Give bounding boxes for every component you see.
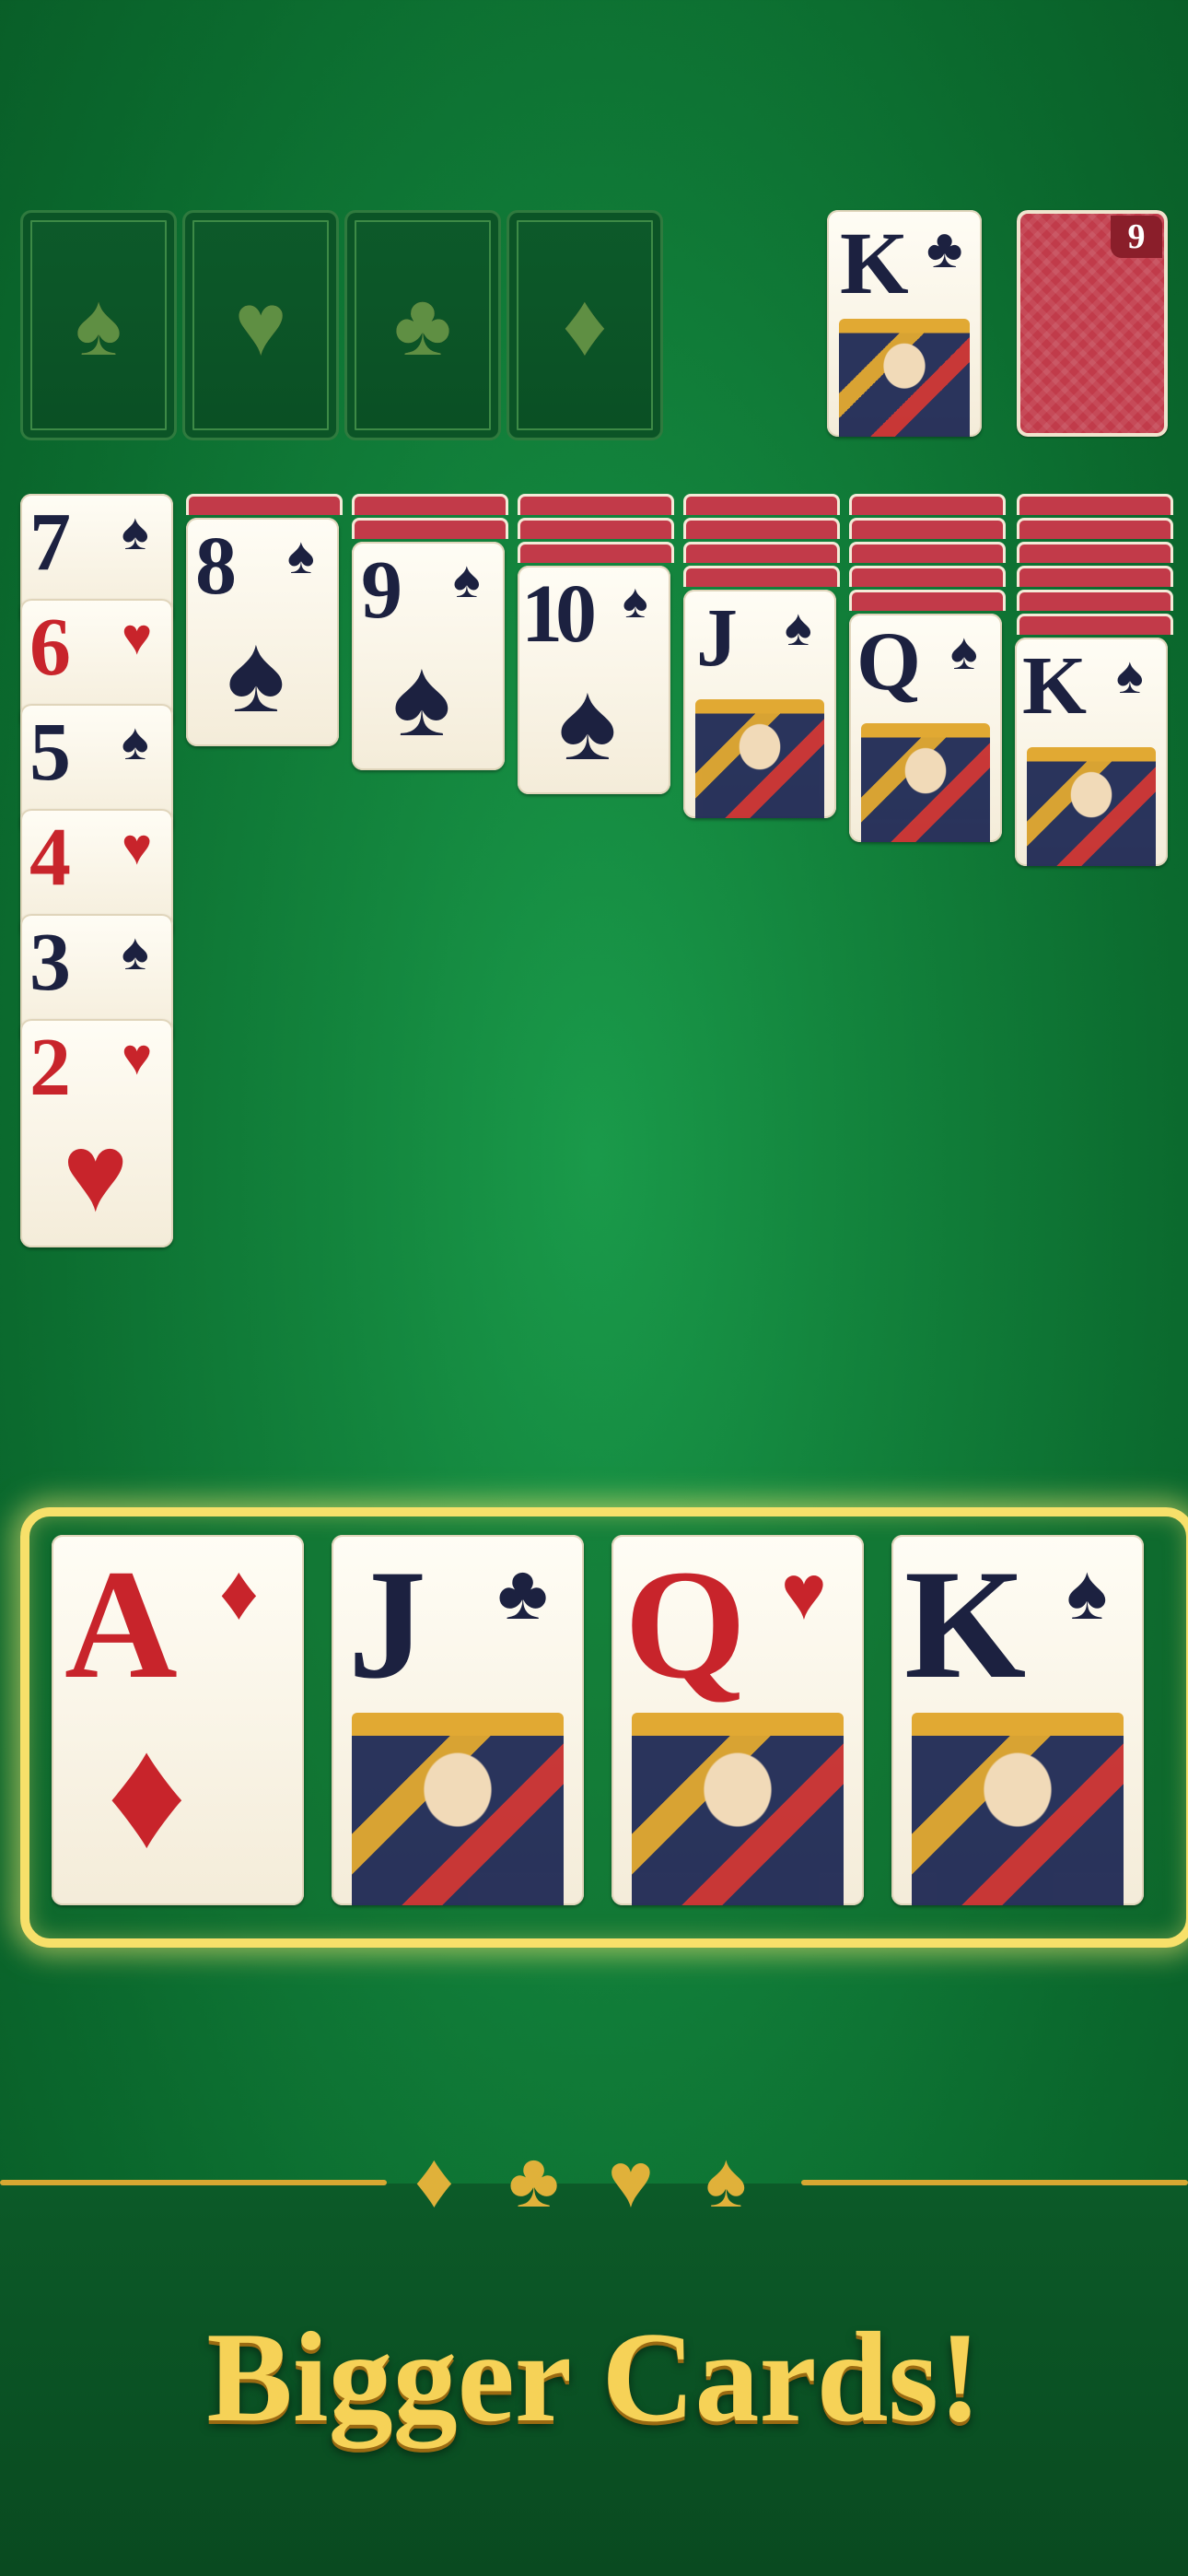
facedown-card <box>683 518 840 539</box>
waste-card[interactable]: K ♣ <box>827 210 982 437</box>
card-rank: 5 <box>29 707 71 798</box>
spade-icon: ♠ <box>1066 1551 1108 1636</box>
facedown-card <box>849 566 1006 587</box>
queen-portrait <box>861 723 990 842</box>
facedown-card <box>352 518 508 539</box>
tableau-card[interactable]: K ♠ <box>1015 638 1168 866</box>
spade-icon: ♠ <box>287 528 315 585</box>
spade-icon: ♠ <box>785 600 812 657</box>
club-icon: ♣ <box>393 275 452 374</box>
facedown-card <box>1017 590 1173 611</box>
card-rank: 2 <box>29 1022 71 1113</box>
card-rank: K <box>1022 640 1088 732</box>
heart-icon: ♥ <box>781 1551 827 1636</box>
card-rank: Q <box>624 1538 747 1711</box>
club-icon: ♣ <box>926 218 963 279</box>
heart-icon: ♥ <box>122 609 153 666</box>
king-portrait <box>1027 747 1156 866</box>
tableau-card[interactable]: 9 ♠ ♠ <box>352 542 505 770</box>
facedown-card <box>849 494 1006 515</box>
heart-icon: ♥ <box>234 275 287 374</box>
diamond-icon: ♦ <box>219 1551 259 1636</box>
king-portrait <box>911 1712 1124 1905</box>
heart-icon: ♥ <box>63 1112 129 1235</box>
card-rank: 6 <box>29 602 71 693</box>
card-rank: 4 <box>29 812 71 903</box>
facedown-card <box>186 494 343 515</box>
card-rank: 10 <box>521 568 597 660</box>
diamond-icon: ♦ <box>107 1707 187 1880</box>
foundation-hearts[interactable]: ♥ <box>182 210 339 440</box>
promo-title: Bigger Cards! <box>206 2306 982 2449</box>
tableau-card[interactable]: 2 ♥ ♥ <box>20 1019 173 1247</box>
facedown-card <box>1017 614 1173 635</box>
stock-count-badge: 9 <box>1111 216 1162 258</box>
facedown-card <box>518 542 674 563</box>
spade-icon: ♠ <box>1116 648 1144 705</box>
spade-icon: ♠ <box>950 624 978 681</box>
spade-icon: ♠ <box>122 924 149 981</box>
king-portrait <box>839 319 970 437</box>
divider-right <box>801 2180 1188 2185</box>
featured-card-king-spades[interactable]: K ♠ <box>891 1535 1144 1905</box>
queen-portrait <box>631 1712 844 1905</box>
card-rank: J <box>696 592 738 684</box>
facedown-card <box>683 542 840 563</box>
diamond-ornament-icon: ♦ <box>414 2138 454 2224</box>
spade-icon: ♠ <box>75 275 122 374</box>
card-rank: K <box>904 1538 1027 1711</box>
featured-card-queen-hearts[interactable]: Q ♥ <box>611 1535 864 1905</box>
spade-ornament-icon: ♠ <box>705 2138 747 2224</box>
spade-icon: ♠ <box>453 552 481 609</box>
spade-icon: ♠ <box>122 504 149 561</box>
featured-card-ace-diamonds[interactable]: A ♦ ♦ <box>52 1535 304 1905</box>
featured-card-jack-clubs[interactable]: J ♣ <box>332 1535 584 1905</box>
spade-icon: ♠ <box>227 613 285 735</box>
foundation-diamonds[interactable]: ♦ <box>507 210 663 440</box>
heart-ornament-icon: ♥ <box>608 2138 654 2224</box>
card-rank: K <box>840 214 909 312</box>
jack-portrait <box>695 699 824 818</box>
tableau-card[interactable]: J ♠ <box>683 590 836 818</box>
facedown-card <box>352 494 508 515</box>
spade-icon: ♠ <box>623 576 648 628</box>
card-rank: 9 <box>361 544 402 636</box>
facedown-card <box>849 590 1006 611</box>
foundation-spades[interactable]: ♠ <box>20 210 177 440</box>
tableau-card[interactable]: Q ♠ <box>849 614 1002 842</box>
foundation-clubs[interactable]: ♣ <box>344 210 501 440</box>
spade-icon: ♠ <box>392 637 451 759</box>
facedown-card <box>683 494 840 515</box>
spade-icon: ♠ <box>122 714 149 771</box>
tableau-card[interactable]: 8 ♠ ♠ <box>186 518 339 746</box>
tableau-card[interactable]: 10 ♠ ♠ <box>518 566 670 794</box>
card-rank: 8 <box>195 521 237 612</box>
facedown-card <box>1017 494 1173 515</box>
diamond-icon: ♦ <box>562 275 608 374</box>
jack-portrait <box>351 1712 565 1905</box>
club-icon: ♣ <box>497 1551 549 1636</box>
facedown-card <box>849 518 1006 539</box>
spade-icon: ♠ <box>558 661 617 783</box>
heart-icon: ♥ <box>122 1029 153 1086</box>
stock-pile[interactable]: 9 <box>1017 210 1168 437</box>
facedown-card <box>518 494 674 515</box>
facedown-card <box>1017 566 1173 587</box>
card-rank: Q <box>856 616 922 708</box>
facedown-card <box>518 518 674 539</box>
facedown-card <box>1017 542 1173 563</box>
facedown-card <box>849 542 1006 563</box>
facedown-card <box>1017 518 1173 539</box>
heart-icon: ♥ <box>122 819 153 876</box>
divider-left <box>0 2180 387 2185</box>
card-rank: 3 <box>29 917 71 1008</box>
card-rank: 7 <box>29 497 71 588</box>
card-rank: A <box>64 1538 178 1711</box>
club-ornament-icon: ♣ <box>508 2138 560 2224</box>
facedown-card <box>683 566 840 587</box>
card-rank: J <box>348 1538 426 1711</box>
